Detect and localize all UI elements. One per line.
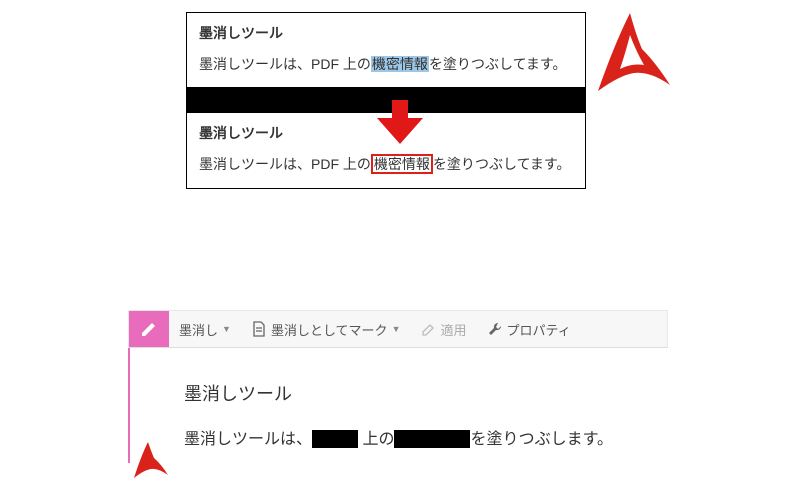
properties-button[interactable]: プロパティ (477, 311, 581, 347)
text-part: 墨消しツールは、 (184, 431, 312, 448)
redact-dropdown[interactable]: 墨消し ▼ (169, 311, 241, 347)
redaction-toolbar: 墨消し ▼ 墨消しとしてマーク ▼ 適用 プロパティ (128, 310, 668, 348)
doc-title: 墨消しツール (184, 380, 614, 406)
eraser-icon (420, 321, 436, 337)
adobe-acrobat-icon (570, 5, 690, 128)
after-pane: 墨消しツール 墨消しツールは、PDF 上の機密情報を塗りつぶしてます。 (187, 113, 585, 187)
chevron-down-icon: ▼ (392, 324, 401, 334)
doc-body: 墨消しツールは、PDF 上の機密情報を塗りつぶしてます。 (187, 45, 585, 87)
marked-text: 機密情報 (371, 154, 433, 174)
text-before: 墨消しツールは、PDF 上の (199, 156, 371, 172)
divider-bar (187, 87, 585, 113)
redacted-block (394, 430, 470, 448)
text-after: を塗りつぶしてます。 (433, 156, 571, 172)
chevron-down-icon: ▼ (222, 324, 231, 334)
text-before: 墨消しツールは、PDF 上の (199, 56, 371, 72)
before-pane: 墨消しツール 墨消しツールは、PDF 上の機密情報を塗りつぶしてます。 (187, 13, 585, 87)
text-after: を塗りつぶしてます。 (429, 56, 567, 72)
mark-dropdown[interactable]: 墨消しとしてマーク ▼ (241, 311, 411, 347)
doc-body: 墨消しツールは、PDF 上の機密情報を塗りつぶしてます。 (187, 145, 585, 187)
redact-label: 墨消し (179, 320, 218, 339)
mark-label: 墨消しとしてマーク (271, 320, 388, 339)
doc-title: 墨消しツール (187, 113, 585, 145)
doc-body: 墨消しツールは、 上の を塗りつぶします。 (184, 426, 614, 453)
apply-label: 適用 (440, 320, 466, 339)
text-part: 上の (362, 431, 394, 448)
redacted-block (312, 430, 358, 448)
document-icon (251, 321, 267, 337)
comparison-panel: 墨消しツール 墨消しツールは、PDF 上の機密情報を塗りつぶしてます。 墨消しツ… (186, 12, 586, 189)
text-part: を塗りつぶします。 (470, 431, 613, 448)
doc-title: 墨消しツール (187, 13, 585, 45)
properties-label: プロパティ (507, 320, 571, 339)
apply-button[interactable]: 適用 (410, 311, 476, 347)
redact-tool-button[interactable] (129, 311, 169, 347)
redacted-document: 墨消しツール 墨消しツールは、 上の を塗りつぶします。 (128, 348, 668, 463)
wrench-icon (487, 321, 503, 337)
highlighted-text: 機密情報 (371, 56, 429, 72)
